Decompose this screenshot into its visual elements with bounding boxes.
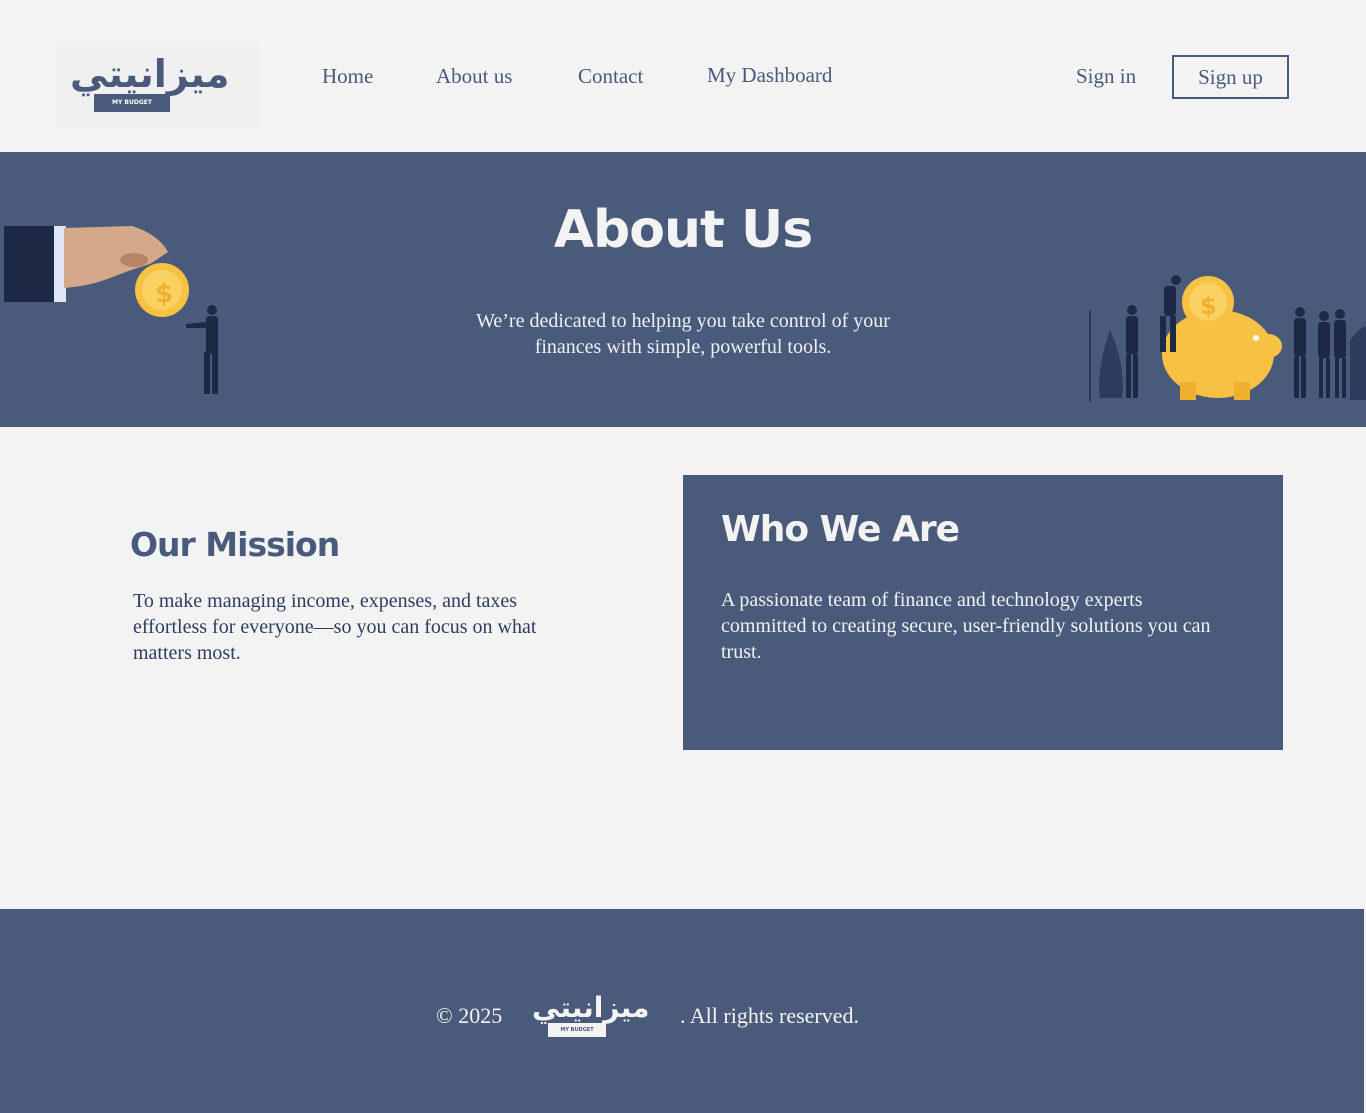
nav-home-link[interactable]: Home [322, 64, 373, 89]
copyright-text: © 2025 [436, 1003, 503, 1028]
page-title: About Us [553, 200, 813, 260]
sign-up-button[interactable]: Sign up [1172, 55, 1289, 99]
footer-logo-tagline: MY BUDGET [548, 1023, 606, 1037]
sign-in-link[interactable]: Sign in [1076, 64, 1136, 89]
who-we-are-text: A passionate team of finance and technol… [721, 589, 1211, 663]
who-we-are-card: Who We Are A passionate team of finance … [683, 475, 1283, 750]
site-header: ميزانيتي MY BUDGET Home About us Contact… [0, 0, 1366, 152]
site-footer: © 2025 ميزانيتي MY BUDGET . All rights r… [0, 909, 1364, 1113]
hero-subtitle: We’re dedicated to helping you take cont… [476, 310, 890, 358]
nav-contact-link[interactable]: Contact [578, 64, 643, 89]
logo-tagline: MY BUDGET [94, 94, 170, 112]
who-we-are-title: Who We Are [721, 509, 960, 550]
rights-reserved-text: . All rights reserved. [680, 1003, 860, 1028]
mission-title: Our Mission [130, 525, 340, 564]
footer-logo-arabic-wordmark: ميزانيتي [532, 991, 651, 1024]
nav-dashboard-link[interactable]: My Dashboard [707, 63, 832, 88]
svg-text:$: $ [155, 279, 173, 309]
footer-logo: ميزانيتي MY BUDGET [528, 991, 678, 1039]
nav-about-link[interactable]: About us [436, 64, 512, 89]
brand-logo[interactable]: ميزانيتي MY BUDGET [56, 46, 260, 128]
svg-text:$: $ [1200, 292, 1217, 320]
piggy-bank-illustration: $ [1089, 275, 1366, 402]
hero-banner: $ About Us We’re dedicated to helping yo… [0, 152, 1366, 427]
logo-arabic-wordmark: ميزانيتي [70, 52, 231, 96]
mission-text: To make managing income, expenses, and t… [133, 590, 537, 664]
